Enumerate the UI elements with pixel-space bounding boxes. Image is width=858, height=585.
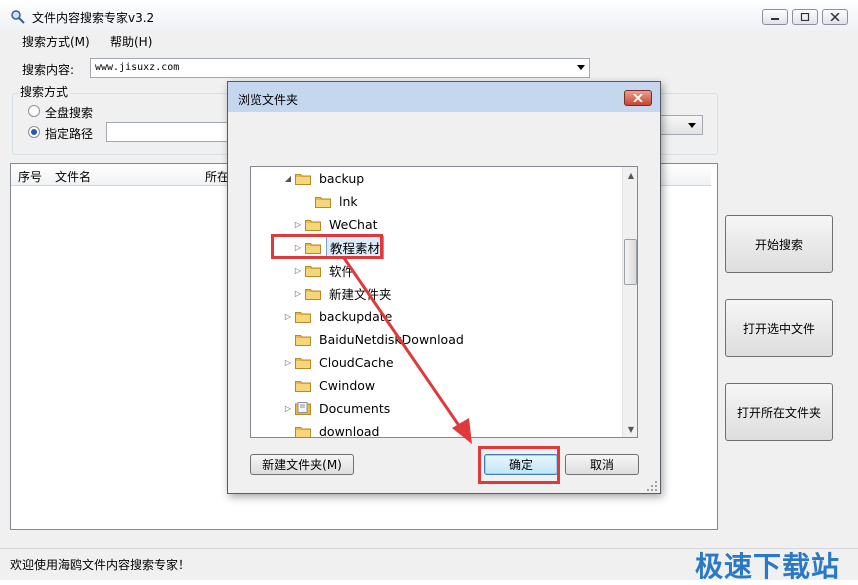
annotation-arrow — [342, 257, 472, 444]
